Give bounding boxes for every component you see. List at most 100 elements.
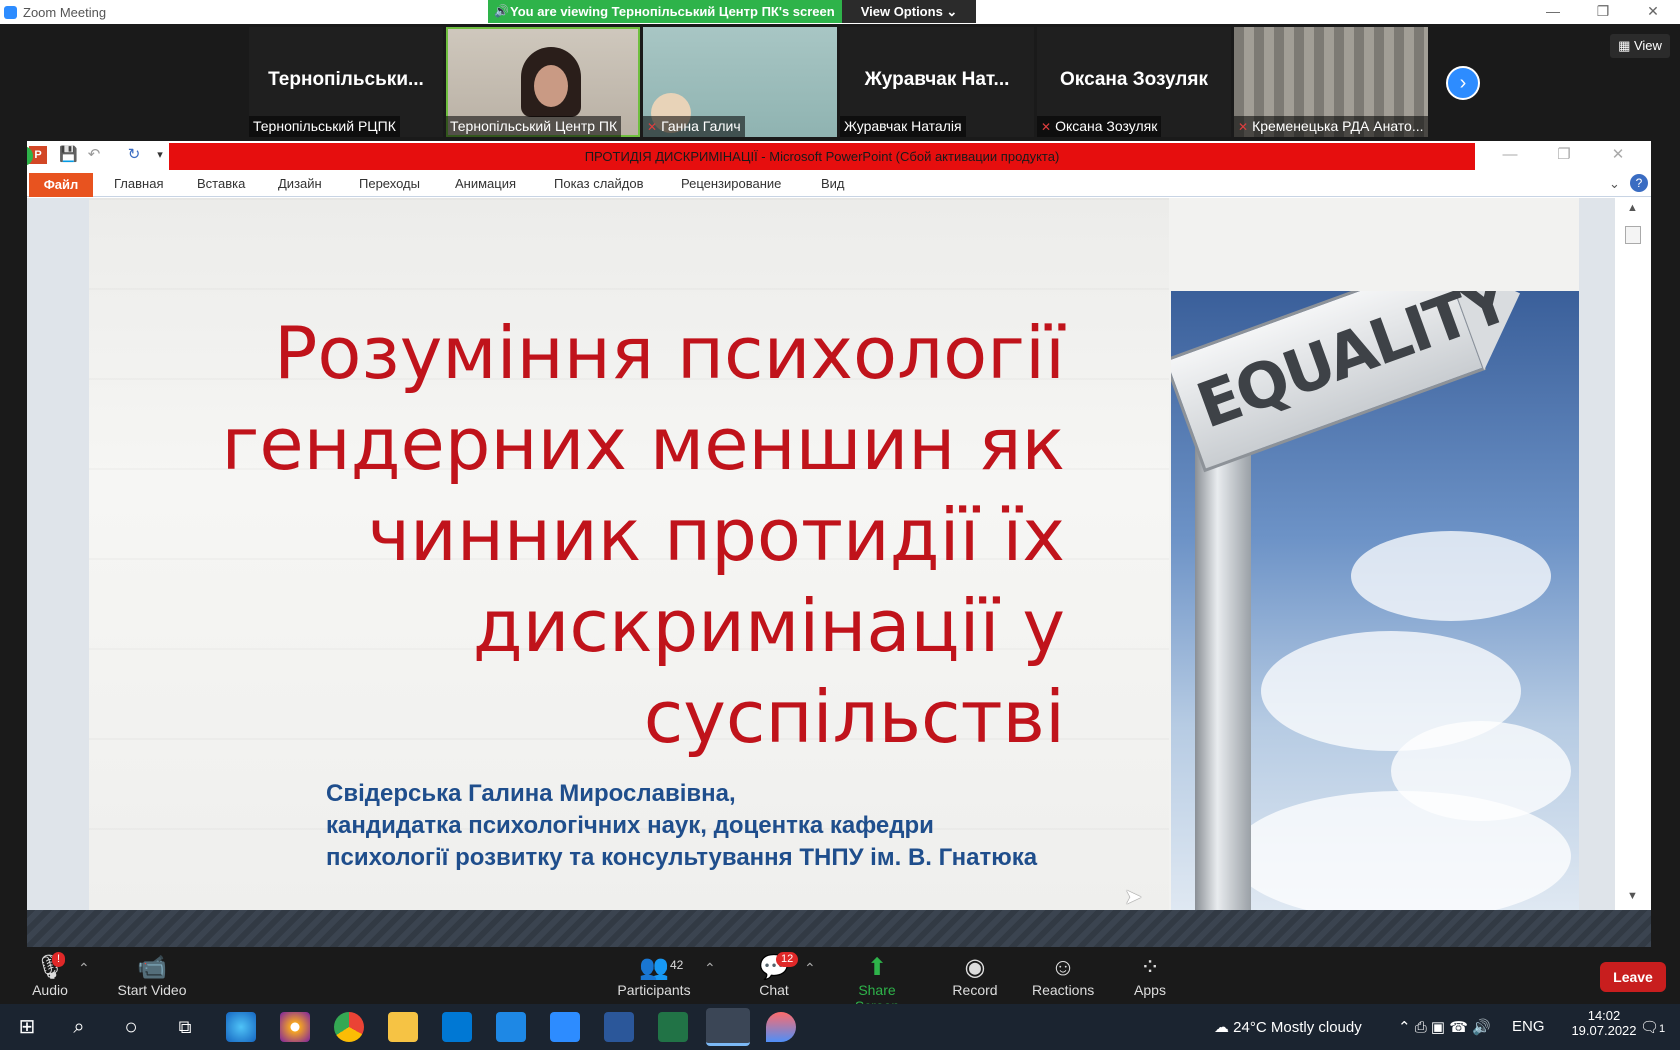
mail-icon[interactable]: [496, 1012, 526, 1042]
audio-options-caret[interactable]: ⌃: [78, 960, 90, 977]
cortana-icon[interactable]: ○: [116, 1012, 146, 1042]
desktop: Zoom Meeting 🔊 You are viewing Тернопіль…: [0, 0, 1680, 1050]
participant-label: Тернопільський Центр ПК: [446, 116, 622, 137]
mouse-cursor-icon: ➤: [1124, 884, 1143, 909]
save-icon[interactable]: 💾: [59, 146, 78, 164]
shared-powerpoint-window: P 💾 ↶ ↻ ▾ ПРОТИДІЯ ДИСКРИМІНАЦІЇ - Micro…: [27, 141, 1651, 947]
record-button[interactable]: ◉ Record: [952, 954, 998, 998]
view-button[interactable]: ▦ View: [1610, 34, 1670, 58]
start-video-button[interactable]: 📹 Start Video: [116, 954, 188, 998]
window-title: Zoom Meeting: [23, 5, 107, 20]
close-button[interactable]: ✕: [1630, 0, 1676, 24]
participant-tile[interactable]: ✕ Кременецька РДА Анато...: [1234, 27, 1428, 137]
customize-toolbar-icon[interactable]: ▾: [151, 146, 169, 164]
apps-button[interactable]: ⁘ Apps: [1132, 954, 1168, 998]
audio-warning-badge: !: [52, 952, 66, 967]
word-icon[interactable]: [604, 1012, 634, 1042]
chat-unread-badge: 12: [776, 952, 799, 967]
ppt-restore-button[interactable]: ❐: [1555, 146, 1573, 164]
audio-button[interactable]: 🎙 Audio !: [30, 952, 70, 998]
chrome-icon[interactable]: [334, 1012, 364, 1042]
participant-label: Тернопільський РЦПК: [249, 116, 400, 137]
author-degree: кандидатка психологічних наук, доцентка …: [326, 812, 934, 839]
clock[interactable]: 14:02 19.07.2022: [1568, 1008, 1640, 1038]
task-view-icon[interactable]: ⧉: [170, 1012, 200, 1042]
vertical-scrollbar[interactable]: ▲ ▼ ⇞ ⇟: [1615, 198, 1651, 947]
cloud-shape: [1351, 531, 1551, 621]
participant-name-large: Тернопільськи...: [268, 69, 424, 90]
ppt-status-area: [27, 910, 1651, 947]
language-indicator[interactable]: ENG: [1512, 1018, 1545, 1035]
participant-name-large: Журавчак Нат...: [864, 69, 1010, 90]
maximize-button[interactable]: ❐: [1580, 0, 1626, 24]
ribbon-tabs: Файл Главная Вставка Дизайн Переходы Ани…: [27, 171, 1651, 197]
next-page-arrow-icon[interactable]: ›: [1446, 66, 1480, 100]
participant-tile[interactable]: ✕ Ганна Галич: [643, 27, 837, 137]
slide[interactable]: Розуміння психології гендерних меншин як…: [89, 198, 1579, 910]
tab-review[interactable]: Рецензирование: [681, 176, 781, 191]
microsoft-store-icon[interactable]: [442, 1012, 472, 1042]
reactions-button[interactable]: ☺ Reactions: [1032, 954, 1094, 998]
view-options-button[interactable]: View Options ⌄: [842, 0, 976, 23]
participant-tile[interactable]: Тернопільськи... Тернопільський РЦПК: [249, 27, 443, 137]
weather-widget[interactable]: ☁ 24°C Mostly cloudy: [1214, 1018, 1362, 1036]
tab-file[interactable]: Файл: [29, 173, 93, 197]
video-strip: Тернопільськи... Тернопільський РЦПК Тер…: [0, 24, 1680, 138]
slide-title: Розуміння психології гендерних меншин як…: [221, 311, 1065, 759]
muted-mic-icon: ✕: [1238, 120, 1249, 134]
file-explorer-icon[interactable]: [388, 1012, 418, 1042]
apps-icon: ⁘: [1139, 954, 1161, 981]
cloud-icon: ☁: [1214, 1019, 1234, 1036]
tab-slideshow[interactable]: Показ слайдов: [554, 176, 644, 191]
tab-animations[interactable]: Анимация: [455, 176, 516, 191]
author-name: Свідерська Галина Мирославівна,: [326, 780, 736, 807]
scroll-up-arrow-icon[interactable]: ▲: [1627, 202, 1638, 214]
participant-name-large: Оксана Зозуляк: [1060, 69, 1208, 90]
viewing-banner: 🔊 You are viewing Тернопільський Центр П…: [488, 0, 842, 23]
ribbon-collapse-icon[interactable]: ⌄: [1609, 176, 1620, 192]
tab-transitions[interactable]: Переходы: [359, 176, 420, 191]
participant-label: Журавчак Наталія: [840, 116, 966, 137]
undo-icon[interactable]: ↶: [85, 146, 103, 164]
tab-home[interactable]: Главная: [114, 176, 163, 191]
quick-access-toolbar: P 💾 ↶ ↻ ▾ ПРОТИДІЯ ДИСКРИМІНАЦІЇ - Micro…: [27, 141, 1651, 170]
share-screen-icon: ⬆: [866, 954, 888, 981]
participant-label: ✕ Ганна Галич: [643, 116, 745, 137]
ppt-close-button[interactable]: ✕: [1609, 146, 1627, 164]
help-icon[interactable]: ?: [1630, 174, 1648, 192]
participants-count: 42: [670, 958, 684, 972]
leave-button[interactable]: Leave: [1600, 962, 1666, 992]
browser-app-icon[interactable]: [280, 1012, 310, 1042]
participant-tile-active-speaker[interactable]: Тернопільський Центр ПК: [446, 27, 640, 137]
participants-options-caret[interactable]: ⌃: [704, 960, 716, 977]
edge-browser-icon[interactable]: [226, 1012, 256, 1042]
windows-start-icon[interactable]: ⊞: [12, 1012, 42, 1042]
zoom-app-icon: [4, 6, 17, 19]
participant-tile[interactable]: Оксана Зозуляк ✕ Оксана Зозуляк: [1037, 27, 1231, 137]
chat-options-caret[interactable]: ⌃: [804, 960, 816, 977]
participant-video-thumbnail-face: [534, 65, 568, 107]
participant-tile[interactable]: Журавчак Нат... Журавчак Наталія: [840, 27, 1034, 137]
excel-icon[interactable]: [658, 1012, 688, 1042]
scroll-thumb[interactable]: [1625, 226, 1641, 244]
muted-mic-icon: ✕: [1041, 120, 1052, 134]
search-icon[interactable]: ⌕: [64, 1012, 94, 1042]
scroll-down-arrow-icon[interactable]: ▼: [1627, 890, 1638, 902]
tab-insert[interactable]: Вставка: [197, 176, 245, 191]
speaker-icon: 🔊: [494, 4, 509, 18]
paint-app-icon[interactable]: [766, 1012, 796, 1042]
tab-design[interactable]: Дизайн: [278, 176, 322, 191]
muted-mic-icon: ✕: [647, 120, 658, 134]
zoom-meeting-taskbar-active-icon[interactable]: [706, 1008, 750, 1046]
tab-view[interactable]: Вид: [821, 176, 845, 191]
ppt-minimize-button[interactable]: —: [1501, 146, 1519, 164]
cloud-shape: [1231, 791, 1571, 910]
minimize-button[interactable]: —: [1530, 0, 1576, 24]
chat-button[interactable]: 💬 Chat 12: [756, 952, 799, 998]
zoom-title-bar: Zoom Meeting 🔊 You are viewing Тернопіль…: [0, 0, 1680, 24]
author-department: психології розвитку та консультування ТН…: [326, 844, 1038, 871]
zoom-taskbar-icon[interactable]: [550, 1012, 580, 1042]
notifications-icon[interactable]: 🗨1: [1640, 1018, 1665, 1036]
redo-icon[interactable]: ↻: [125, 146, 143, 164]
system-tray-icons[interactable]: ⌃ ⎙ ▣ ☎ 🔊: [1398, 1018, 1491, 1036]
